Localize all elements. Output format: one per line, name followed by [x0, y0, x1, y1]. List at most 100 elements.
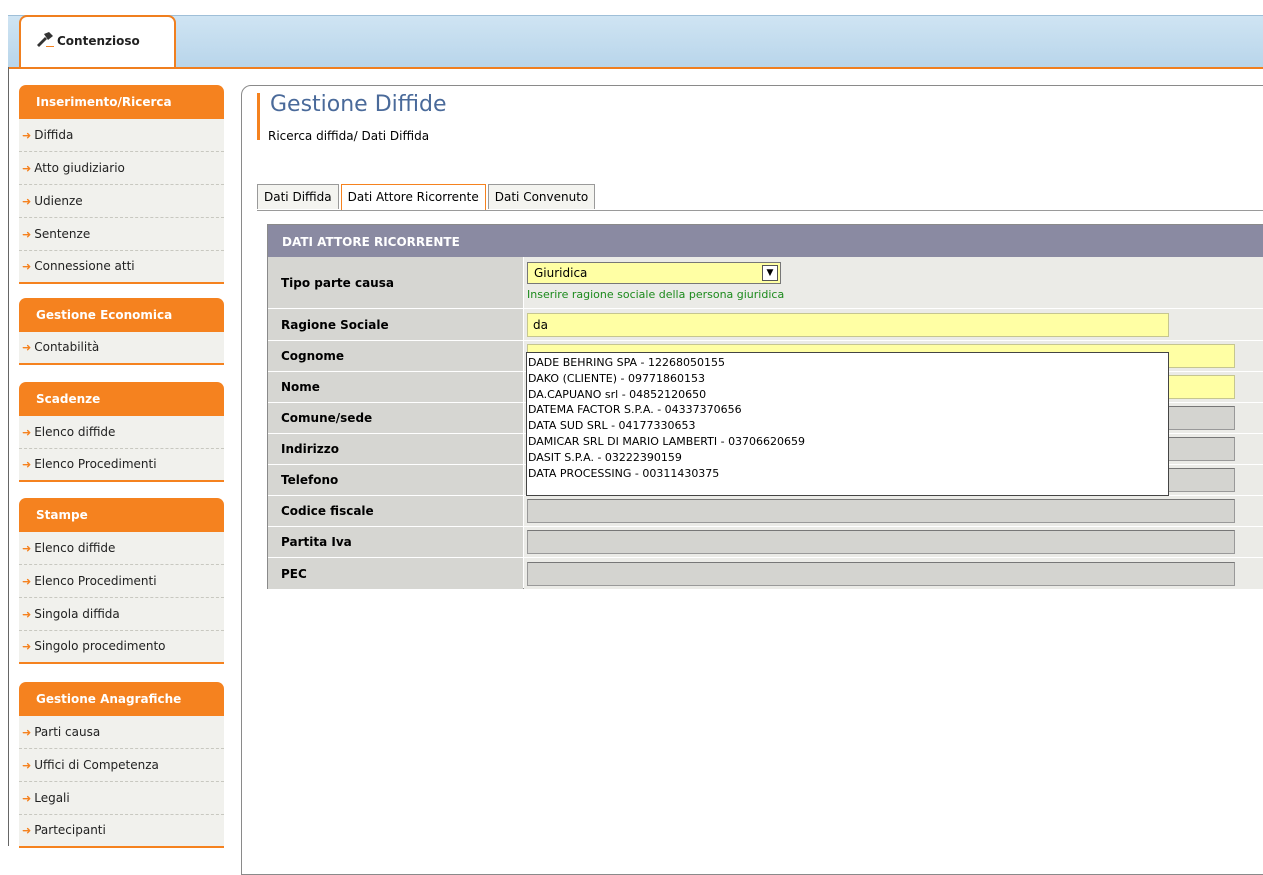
sidebar-item-partecipanti[interactable]: ➜ Partecipanti [19, 815, 224, 848]
field-label: Partita Iva [268, 527, 523, 557]
sidebar-item-singolo-procedimento[interactable]: ➜ Singolo procedimento [19, 631, 224, 664]
sidebar-item-label: Singola diffida [34, 606, 120, 621]
app-tab-contenzioso[interactable]: Contenzioso [19, 15, 176, 67]
pec-input[interactable] [528, 563, 1234, 585]
arrow-icon: ➜ [22, 574, 32, 588]
sidebar-item-label: Elenco Procedimenti [34, 573, 157, 588]
form-header: DATI ATTORE RICORRENTE [268, 225, 1263, 257]
tipo-parte-hint: Inserire ragione sociale della persona g… [527, 288, 785, 301]
tab-dati-diffida[interactable]: Dati Diffida [257, 184, 339, 209]
sidebar-item-label: Parti causa [34, 724, 101, 739]
autocomplete-option[interactable]: DATEMA FACTOR S.P.A. - 04337370656 [527, 402, 1168, 418]
sidebar-section-stampe: Stampe ➜ Elenco diffide ➜ Elenco Procedime… [19, 498, 224, 664]
sidebar-item-elenco-diffide[interactable]: ➜ Elenco diffide [19, 416, 224, 449]
breadcrumb: Ricerca diffida/ Dati Diffida [268, 129, 430, 143]
header-divider [8, 67, 1263, 69]
sidebar-section-inserimento: Inserimento/Ricerca ➜ Diffida ➜ Atto giudi… [19, 85, 224, 284]
select-value: Giuridica [534, 266, 588, 280]
codice-fiscale-input[interactable] [528, 500, 1234, 522]
sidebar-item-sentenze[interactable]: ➜ Sentenze [19, 218, 224, 251]
sidebar-item-label: Elenco diffide [34, 540, 116, 555]
autocomplete-option[interactable]: DATA SUD SRL - 04177330653 [527, 418, 1168, 434]
autocomplete-option[interactable]: DAMICAR SRL DI MARIO LAMBERTI - 03706620… [527, 434, 1168, 450]
tab-divider [257, 210, 1263, 211]
ragione-sociale-field[interactable] [527, 313, 1169, 337]
chevron-down-icon[interactable]: ▼ [762, 265, 778, 281]
tab-dati-convenuto[interactable]: Dati Convenuto [487, 184, 596, 209]
arrow-icon: ➜ [22, 194, 32, 208]
arrow-icon: ➜ [22, 607, 32, 621]
sidebar-section-title: Gestione Anagrafiche [19, 682, 224, 716]
field-label: Ragione Sociale [268, 309, 523, 340]
sidebar-section-title: Gestione Economica [19, 298, 224, 332]
title-accent-bar [257, 93, 260, 140]
autocomplete-option[interactable]: DAKO (CLIENTE) - 09771860153 [527, 371, 1168, 387]
page-title: Gestione Diffide [270, 92, 447, 117]
ragione-sociale-input[interactable] [528, 314, 1168, 336]
app-tab-label: Contenzioso [57, 34, 140, 48]
arrow-icon: ➜ [22, 425, 32, 439]
sidebar-item-connessione-atti[interactable]: ➜ Connessione atti [19, 251, 224, 284]
autocomplete-option[interactable]: DADE BEHRING SPA - 12268050155 [527, 355, 1168, 371]
codice-fiscale-field[interactable] [527, 499, 1235, 523]
sidebar-item-elenco-procedimenti[interactable]: ➜ Elenco Procedimenti [19, 449, 224, 482]
field-cell [524, 558, 1263, 589]
row-tipo-parte: Tipo parte causa Giuridica ▼ Inserire ra… [268, 257, 1263, 309]
gavel-icon [37, 32, 54, 47]
field-label: Nome [268, 372, 523, 402]
sidebar-item-label: Singolo procedimento [34, 639, 166, 653]
autocomplete-option[interactable]: DASIT S.P.A. - 03222390159 [527, 450, 1168, 466]
left-rail [8, 67, 9, 846]
partita-iva-field[interactable] [527, 530, 1235, 554]
arrow-icon: ➜ [22, 260, 32, 273]
sidebar-section-title: Scadenze [19, 382, 224, 416]
sidebar-item-label: Partecipanti [34, 823, 106, 837]
field-label: Indirizzo [268, 434, 523, 464]
arrow-icon: ➜ [22, 161, 32, 175]
sidebar-item-label: Atto giudiziario [34, 160, 125, 175]
autocomplete-option[interactable]: DATA PROCESSING - 00311430375 [527, 466, 1168, 482]
sidebar-item-label: Elenco Procedimenti [34, 457, 157, 471]
sidebar-section-gestione-anagrafiche: Gestione Anagrafiche ➜ Parti causa ➜ Uffic… [19, 682, 224, 848]
field-label: Tipo parte causa [268, 257, 523, 308]
partita-iva-input[interactable] [528, 531, 1234, 553]
sidebar-item-label: Uffici di Competenza [34, 757, 159, 772]
arrow-icon: ➜ [22, 128, 32, 142]
sidebar-item-label: Udienze [34, 193, 83, 208]
sidebar-item-legali[interactable]: ➜ Legali [19, 782, 224, 815]
sidebar-item-atto-giudiziario[interactable]: ➜ Atto giudiziario [19, 152, 224, 185]
sidebar-item-label: Sentenze [34, 226, 91, 241]
tab-dati-attore-ricorrente[interactable]: Dati Attore Ricorrente [340, 184, 486, 210]
sidebar-item-diffida[interactable]: ➜ Diffida [19, 119, 224, 152]
sidebar-section-title: Inserimento/Ricerca [19, 85, 224, 119]
sidebar-item-stampe-elenco-procedimenti[interactable]: ➜ Elenco Procedimenti [19, 565, 224, 598]
tab-bar: Dati Diffida Dati Attore Ricorrente Dati… [257, 184, 597, 210]
sidebar-section-title: Stampe [19, 498, 224, 532]
field-cell [524, 496, 1263, 526]
ragione-sociale-autocomplete: DADE BEHRING SPA - 12268050155 DAKO (CLI… [526, 352, 1169, 496]
sidebar-item-udienze[interactable]: ➜ Udienze [19, 185, 224, 218]
arrow-icon: ➜ [22, 341, 32, 354]
arrow-icon: ➜ [22, 725, 32, 739]
arrow-icon: ➜ [22, 824, 32, 837]
field-label: Codice fiscale [268, 496, 523, 526]
sidebar-item-label: Legali [34, 790, 70, 805]
field-cell [524, 527, 1263, 557]
field-label: Cognome [268, 341, 523, 371]
autocomplete-option[interactable]: DA.CAPUANO srl - 04852120650 [527, 387, 1168, 403]
sidebar-item-uffici-competenza[interactable]: ➜ Uffici di Competenza [19, 749, 224, 782]
sidebar-item-stampe-elenco-diffide[interactable]: ➜ Elenco diffide [19, 532, 224, 565]
field-label: Telefono [268, 465, 523, 495]
sidebar-item-contabilita[interactable]: ➜ Contabilità [19, 332, 224, 365]
field-cell: Giuridica ▼ Inserire ragione sociale del… [524, 257, 1263, 308]
sidebar-item-singola-diffida[interactable]: ➜ Singola diffida [19, 598, 224, 631]
sidebar-item-label: Diffida [34, 127, 74, 142]
tipo-parte-select[interactable]: Giuridica ▼ [527, 262, 781, 284]
arrow-icon: ➜ [22, 791, 32, 805]
arrow-icon: ➜ [22, 541, 32, 555]
sidebar-item-parti-causa[interactable]: ➜ Parti causa [19, 716, 224, 749]
pec-field[interactable] [527, 562, 1235, 586]
sidebar-item-label: Elenco diffide [34, 424, 116, 439]
arrow-icon: ➜ [22, 227, 32, 241]
field-cell [524, 309, 1263, 340]
